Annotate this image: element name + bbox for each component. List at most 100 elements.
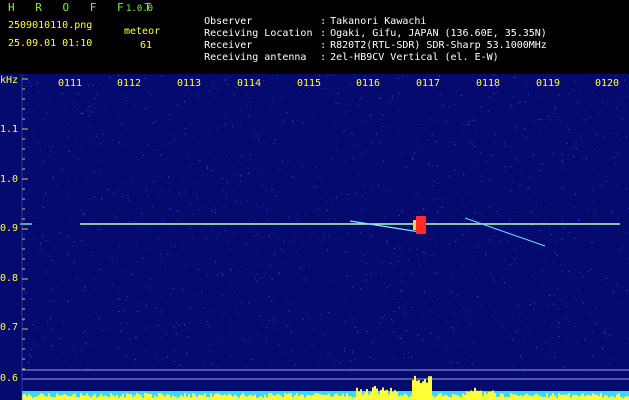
noise-pixel — [623, 107, 625, 109]
noise-pixel — [162, 263, 163, 264]
noise-pixel — [49, 255, 51, 257]
noise-pixel — [442, 274, 444, 276]
power-bar — [388, 394, 390, 400]
noise-pixel — [562, 238, 564, 240]
noise-pixel — [322, 178, 324, 180]
noise-pixel — [69, 193, 71, 195]
noise-pixel — [457, 154, 459, 156]
noise-pixel — [618, 101, 620, 103]
power-bar — [94, 394, 96, 400]
noise-pixel — [114, 346, 116, 348]
power-bar — [214, 393, 216, 400]
noise-pixel — [361, 194, 363, 196]
noise-pixel — [474, 146, 476, 147]
power-bar — [60, 395, 62, 400]
noise-pixel — [421, 326, 423, 328]
noise-pixel — [139, 180, 141, 182]
noise-pixel — [417, 199, 419, 201]
noise-pixel — [600, 328, 602, 330]
noise-pixel — [397, 260, 399, 262]
noise-pixel — [400, 338, 402, 339]
noise-pixel — [575, 299, 577, 301]
noise-pixel — [89, 344, 90, 346]
noise-pixel — [185, 354, 187, 356]
noise-pixel — [271, 232, 273, 234]
power-bar — [512, 394, 514, 400]
noise-pixel — [591, 241, 593, 243]
noise-pixel — [511, 96, 513, 98]
noise-pixel — [586, 75, 588, 77]
noise-pixel — [172, 106, 174, 108]
power-bar — [334, 394, 336, 400]
noise-pixel — [207, 254, 209, 256]
noise-pixel — [199, 209, 201, 211]
noise-pixel — [291, 359, 293, 361]
power-bar — [340, 396, 342, 400]
noise-pixel — [541, 118, 543, 120]
noise-pixel — [33, 238, 35, 240]
noise-pixel — [379, 93, 381, 95]
noise-pixel — [436, 273, 438, 275]
noise-pixel — [351, 275, 353, 277]
power-bar — [488, 392, 490, 400]
noise-pixel — [535, 204, 537, 206]
noise-pixel — [398, 215, 400, 217]
noise-pixel — [191, 254, 193, 256]
noise-pixel — [364, 191, 366, 193]
power-bar — [166, 394, 168, 400]
noise-pixel — [353, 192, 355, 194]
noise-pixel — [481, 175, 483, 177]
noise-pixel — [505, 300, 507, 302]
noise-pixel — [273, 327, 275, 329]
noise-pixel — [114, 192, 116, 194]
noise-pixel — [84, 330, 86, 332]
power-bar — [114, 396, 116, 400]
power-bar — [140, 395, 142, 400]
noise-pixel — [615, 216, 617, 218]
noise-pixel — [549, 226, 550, 227]
noise-pixel — [43, 196, 45, 198]
noise-pixel — [250, 271, 252, 273]
power-bar — [486, 394, 488, 400]
noise-pixel — [594, 148, 596, 150]
noise-pixel — [626, 231, 627, 233]
noise-pixel — [405, 166, 407, 168]
noise-pixel — [262, 324, 264, 326]
noise-pixel — [50, 284, 52, 286]
noise-pixel — [172, 351, 174, 352]
noise-pixel — [451, 291, 453, 293]
noise-pixel — [241, 195, 243, 197]
noise-pixel — [509, 107, 511, 109]
noise-pixel — [326, 249, 328, 251]
power-bar — [100, 393, 102, 400]
noise-pixel — [215, 209, 216, 210]
noise-pixel — [81, 240, 83, 242]
noise-pixel — [354, 74, 356, 76]
noise-pixel — [376, 164, 378, 166]
noise-pixel — [458, 119, 460, 121]
noise-pixel — [592, 91, 594, 93]
noise-pixel — [460, 95, 462, 97]
noise-pixel — [356, 260, 358, 262]
noise-pixel — [293, 277, 295, 279]
noise-pixel — [574, 80, 576, 82]
noise-pixel — [36, 82, 38, 84]
noise-pixel — [608, 186, 610, 188]
noise-pixel — [417, 139, 419, 141]
noise-pixel — [334, 218, 336, 220]
noise-pixel — [548, 116, 549, 118]
noise-pixel — [318, 238, 320, 240]
noise-pixel — [274, 139, 276, 141]
noise-pixel — [436, 298, 438, 300]
noise-pixel — [582, 276, 584, 278]
noise-pixel — [213, 97, 215, 99]
noise-pixel — [598, 184, 600, 186]
noise-pixel — [516, 88, 518, 90]
noise-pixel — [256, 280, 258, 282]
noise-pixel — [595, 322, 597, 324]
power-bar — [452, 394, 454, 400]
noise-pixel — [602, 146, 604, 147]
noise-pixel — [29, 366, 30, 367]
noise-pixel — [623, 364, 625, 366]
noise-pixel — [22, 323, 24, 325]
